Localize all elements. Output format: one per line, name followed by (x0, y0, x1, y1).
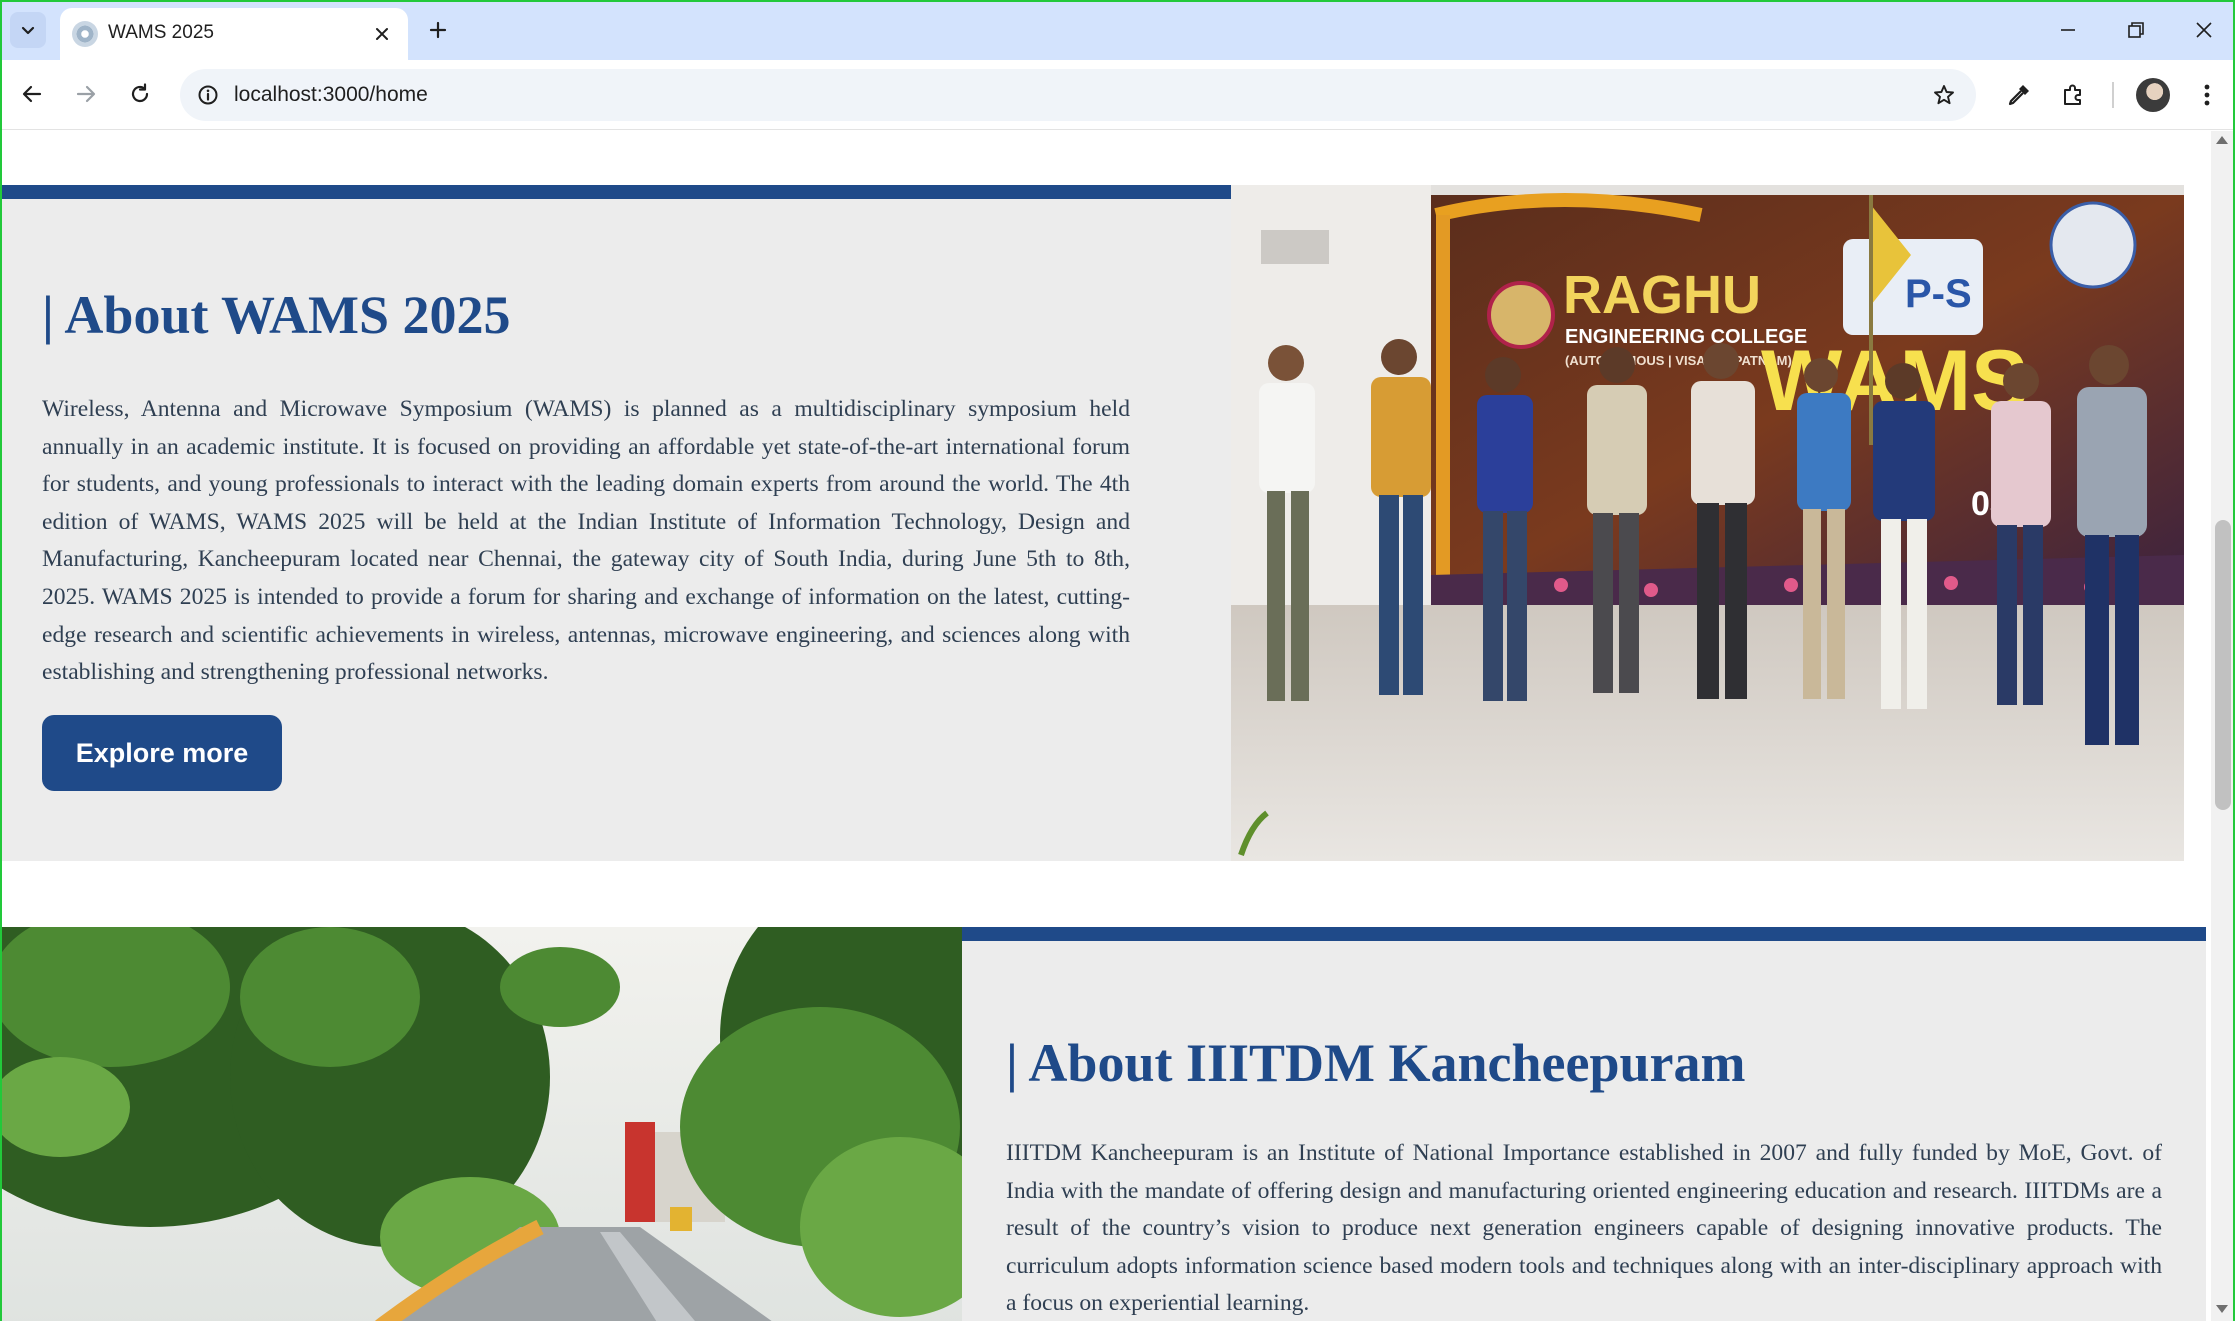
about-iiitdm-paragraph: IIITDM Kancheepuram is an Institute of N… (1006, 1140, 2162, 1317)
about-wams-paragraph: Wireless, Antenna and Microwave Symposiu… (42, 396, 1130, 686)
site-info-button[interactable] (192, 79, 224, 111)
scroll-up-arrow-icon[interactable] (2216, 136, 2228, 144)
site-favicon-icon (72, 21, 98, 47)
wams-event-photo: RAGHU ENGINEERING COLLEGE (AUTONOMOUS | … (1231, 185, 2184, 861)
close-icon (376, 28, 388, 40)
about-iiitdm-section: | About IIITDM Kancheepuram IIITDM Kanch… (962, 927, 2206, 1321)
section-accent-bar (0, 185, 1231, 199)
new-tab-button[interactable] (420, 12, 456, 48)
toolbar-separator (2112, 82, 2114, 108)
close-icon (2196, 22, 2212, 38)
tab-title: WAMS 2025 (108, 22, 214, 43)
profile-avatar[interactable] (2136, 78, 2170, 112)
restore-button[interactable] (2108, 8, 2164, 52)
extensions-button[interactable] (2052, 74, 2094, 116)
eyedropper-extension-button[interactable] (1998, 74, 2040, 116)
active-tab[interactable]: WAMS 2025 (60, 8, 408, 60)
explore-more-button[interactable]: Explore more (42, 715, 282, 791)
minimize-button[interactable] (2040, 8, 2096, 52)
tab-search-button[interactable] (10, 12, 46, 48)
star-icon (1934, 85, 1954, 105)
about-wams-section: | About WAMS 2025 Wireless, Antenna and … (0, 185, 1231, 861)
page-viewport: | About WAMS 2025 Wireless, Antenna and … (0, 131, 2210, 1321)
tab-strip: WAMS 2025 (0, 0, 2235, 60)
banner-society-text: P-S (1905, 272, 1972, 316)
campus-photo (0, 927, 962, 1321)
puzzle-icon (2064, 84, 2081, 105)
info-icon (198, 85, 218, 105)
browser-toolbar: localhost:3000/home (0, 60, 2235, 130)
arrow-right-icon (76, 85, 96, 103)
banner-college-text: RAGHU (1563, 265, 1761, 325)
eyedropper-icon (2008, 85, 2029, 106)
minimize-icon (2061, 29, 2075, 31)
chevron-down-icon (21, 26, 35, 35)
close-window-button[interactable] (2176, 8, 2232, 52)
scrollbar-thumb[interactable] (2215, 520, 2231, 810)
address-bar[interactable]: localhost:3000/home (180, 69, 1976, 121)
bookmark-button[interactable] (1928, 79, 1960, 111)
scroll-down-arrow-icon[interactable] (2216, 1305, 2228, 1313)
reload-icon (131, 83, 149, 103)
about-iiitdm-heading: | About IIITDM Kancheepuram (1006, 1033, 1746, 1093)
about-wams-heading: | About WAMS 2025 (42, 285, 511, 345)
browser-menu-button[interactable] (2186, 74, 2228, 116)
plus-icon (429, 21, 447, 39)
forward-button[interactable] (66, 74, 106, 114)
tab-close-button[interactable] (368, 20, 396, 48)
restore-icon (2128, 22, 2144, 38)
url-text[interactable]: localhost:3000/home (234, 83, 428, 107)
back-button[interactable] (12, 74, 52, 114)
section-accent-bar (962, 927, 2206, 941)
arrow-left-icon (22, 85, 42, 103)
reload-button[interactable] (120, 74, 160, 114)
kebab-menu-icon (2204, 84, 2210, 106)
